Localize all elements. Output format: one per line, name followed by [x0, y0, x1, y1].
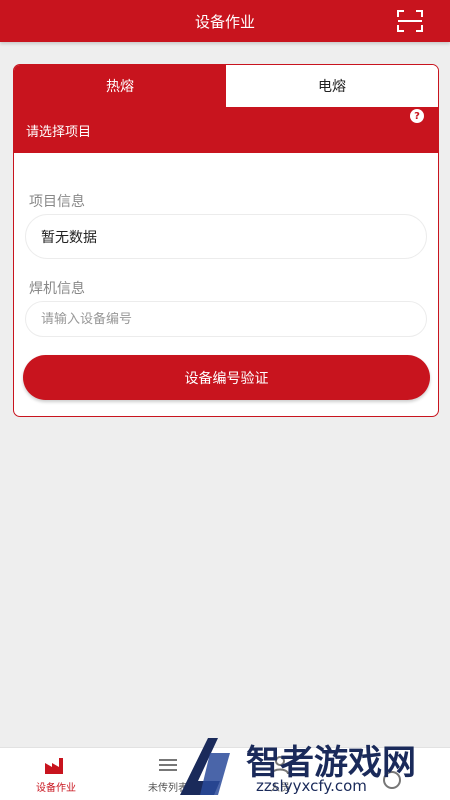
project-select[interactable]: 请选择项目 ?: [14, 107, 438, 153]
tab-bar: 热熔 电熔: [14, 65, 438, 107]
app-header: 设备作业: [0, 0, 450, 42]
help-icon[interactable]: ?: [410, 109, 424, 123]
nav-item-equipment[interactable]: 设备作业: [0, 748, 112, 800]
factory-icon: [45, 758, 63, 774]
bottom-nav: 设备作业 未传列表 人员: [0, 747, 450, 800]
nav-item-pending-list[interactable]: 未传列表: [112, 748, 224, 800]
page-title: 设备作业: [194, 12, 255, 31]
verify-device-button[interactable]: 设备编号验证: [23, 355, 430, 400]
nav-label: 未传列表: [148, 783, 188, 794]
nav-item-profile[interactable]: [336, 748, 448, 800]
list-icon: [159, 759, 177, 771]
welder-info-label: 焊机信息: [29, 281, 85, 297]
project-info-label: 项目信息: [29, 194, 85, 210]
nav-label: 人员: [270, 783, 290, 794]
project-info-field: 暂无数据: [25, 214, 427, 259]
person-icon: [271, 756, 289, 775]
operation-card: 热熔 电熔 请选择项目 ? 项目信息 暂无数据 焊机信息 设备编号验证: [13, 64, 439, 417]
nav-item-personnel[interactable]: 人员: [224, 748, 336, 800]
profile-icon: [383, 771, 401, 789]
nav-label: 设备作业: [36, 783, 76, 794]
welder-info-field[interactable]: [25, 301, 427, 337]
scan-button[interactable]: [396, 9, 424, 33]
project-info-value: 暂无数据: [41, 229, 97, 246]
scan-icon: [397, 10, 423, 32]
device-number-input[interactable]: [41, 311, 426, 327]
tab-electrofusion[interactable]: 电熔: [226, 65, 438, 107]
project-select-label: 请选择项目: [26, 124, 92, 140]
tab-hot-melt[interactable]: 热熔: [14, 65, 226, 107]
